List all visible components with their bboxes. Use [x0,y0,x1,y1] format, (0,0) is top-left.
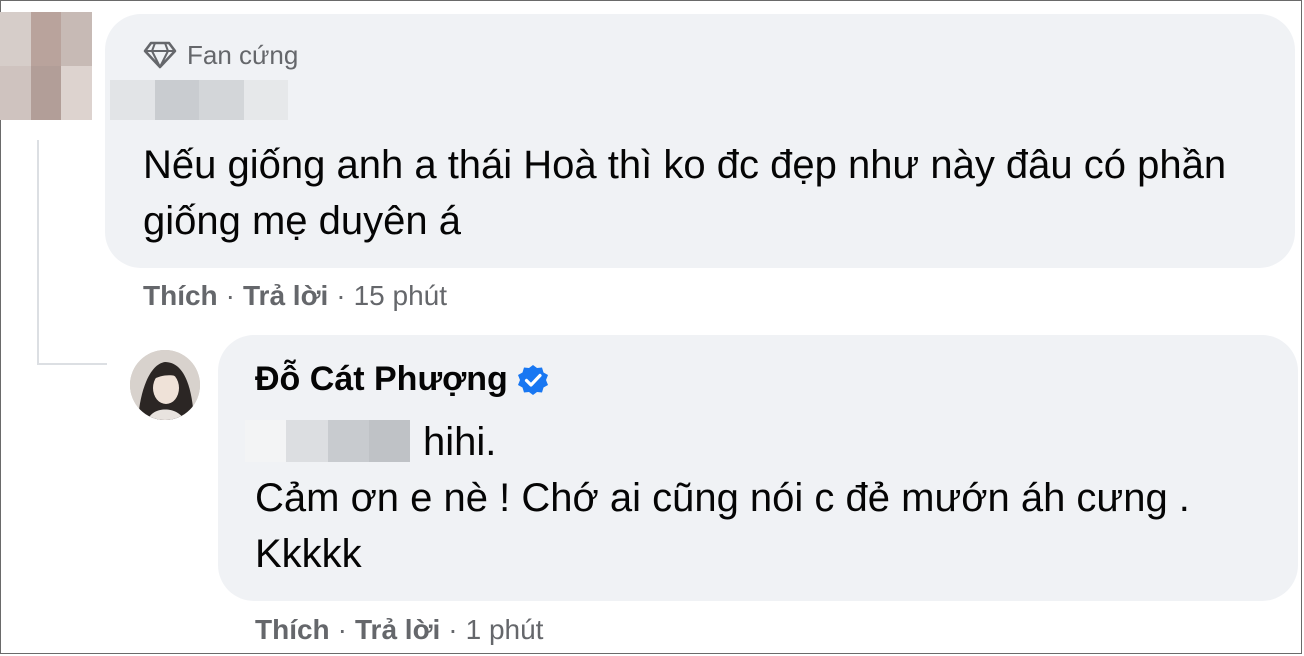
timestamp[interactable]: 1 phút [466,614,544,646]
like-button[interactable]: Thích [255,614,330,646]
reply-button[interactable]: Trả lời [243,280,328,312]
diamond-icon [143,41,177,69]
separator: · [337,614,347,645]
reply-author: Đỗ Cát Phượng [255,360,550,399]
separator: · [225,280,235,311]
fan-badge[interactable]: Fan cứng [143,38,298,72]
commenter-name-redacted[interactable] [110,80,288,120]
separator: · [448,614,458,645]
like-button[interactable]: Thích [143,280,218,312]
reply-text-line1: hihi. [423,420,497,464]
reply-button[interactable]: Trả lời [355,614,440,646]
separator: · [336,280,346,311]
comment-text: Nếu giống anh a thái Hoà thì ko đc đẹp n… [143,143,1227,243]
timestamp[interactable]: 15 phút [354,280,447,312]
reply-author-avatar[interactable] [130,350,200,420]
reply-actions: Thích · Trả lời · 1 phút [255,614,543,646]
reply-text: hihi. Cảm ơn e nè ! Chớ ai cũng nói c đẻ… [255,414,1285,582]
comment-actions: Thích · Trả lời · 15 phút [143,280,447,312]
reply-text-line2: Cảm ơn e nè ! Chớ ai cũng nói c đẻ mướn … [255,476,1190,576]
commenter-avatar[interactable] [0,12,92,120]
reply-author-name[interactable]: Đỗ Cát Phượng [255,360,508,399]
avatar-photo-icon [130,350,200,420]
thread-line [37,140,39,365]
thread-line-branch [37,363,107,365]
badge-label: Fan cứng [187,39,299,70]
verified-badge-icon [517,364,548,395]
